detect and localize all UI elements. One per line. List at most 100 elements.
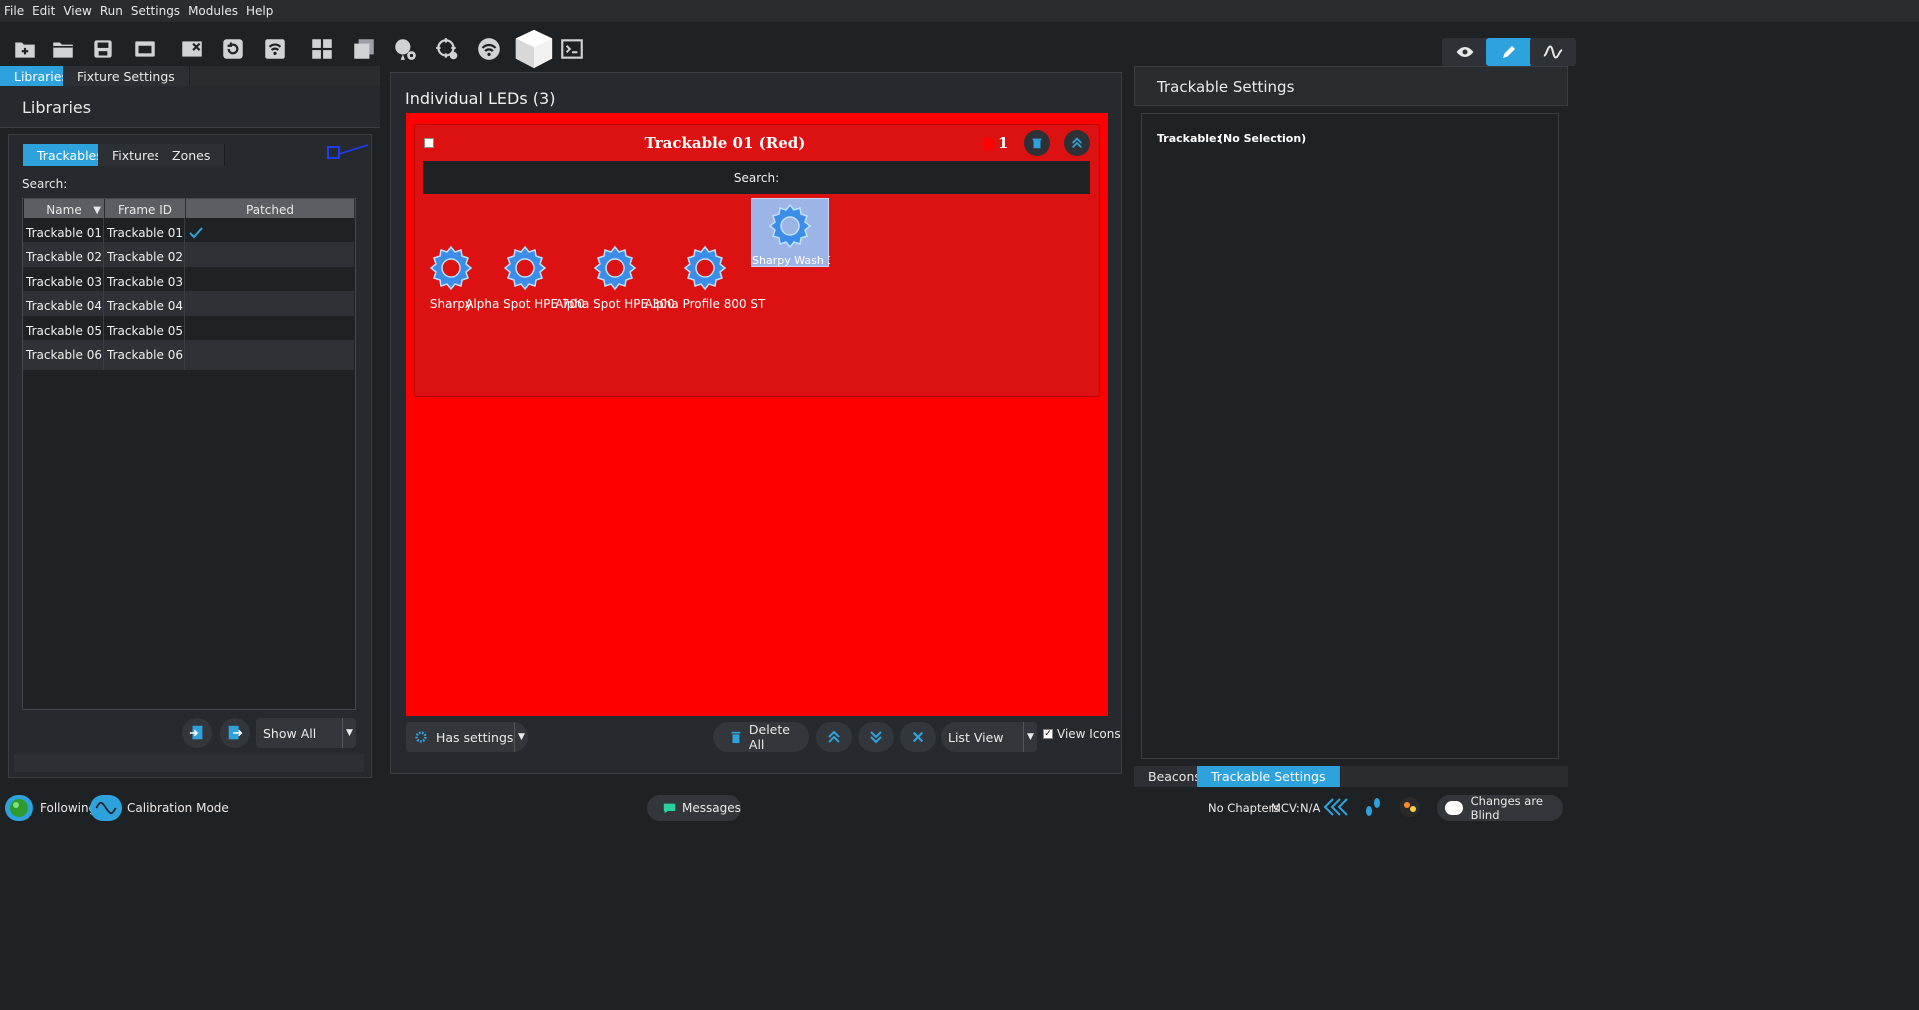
messages-button[interactable]: Messages xyxy=(647,795,741,821)
following-label: Following xyxy=(40,801,97,815)
layout-icon[interactable] xyxy=(307,34,337,64)
toggle-switch xyxy=(1445,801,1463,815)
close-icon xyxy=(912,731,924,743)
table-row[interactable]: Trackable 06 (Bl... Trackable 06 (Bl... xyxy=(23,340,354,370)
calibration-label: Calibration Mode xyxy=(127,801,229,815)
new-icon[interactable] xyxy=(10,34,40,64)
mcv-label: MCV: xyxy=(1271,801,1300,815)
fixture-tile[interactable]: Alpha Profile 800 ST xyxy=(645,243,765,325)
menu-settings[interactable]: Settings xyxy=(131,4,180,18)
chapters-label: No Chapters xyxy=(1208,801,1280,815)
console-icon[interactable] xyxy=(557,34,587,64)
center-title: Individual LEDs (3) xyxy=(405,89,556,108)
subtab-zones[interactable]: Zones xyxy=(158,144,226,166)
menu-edit[interactable]: Edit xyxy=(32,4,55,18)
menu-bar: File Edit View Run Settings Modules Help xyxy=(0,0,1919,22)
chevron-double-up-icon xyxy=(828,730,840,743)
save-as-icon[interactable] xyxy=(130,34,160,64)
blind-toggle[interactable]: Changes are Blind xyxy=(1437,794,1563,822)
gear-icon xyxy=(683,245,727,291)
libraries-search-label: Search: xyxy=(22,177,68,191)
menu-file[interactable]: File xyxy=(4,4,24,18)
chevron-double-down-icon xyxy=(870,731,882,744)
fixture-tile[interactable]: Alpha Spot HPE 700 xyxy=(465,243,585,325)
gear-icon xyxy=(768,203,812,249)
open-folder-icon[interactable] xyxy=(48,34,78,64)
settings-filter-value: Has settings xyxy=(436,729,514,745)
cube-icon[interactable] xyxy=(511,26,557,72)
fixture-tile[interactable]: Alpha Spot HPE 300 xyxy=(555,243,675,325)
libraries-status-strip xyxy=(14,754,364,772)
fixture-search-label: Search: xyxy=(733,170,780,185)
trackable-label: Trackable: xyxy=(1157,132,1221,145)
wave-icon xyxy=(95,801,117,815)
tab-trackable-settings[interactable]: Trackable Settings xyxy=(1197,766,1341,787)
libraries-header: Libraries xyxy=(0,86,380,128)
view-mode-select[interactable]: List View ▼ xyxy=(941,722,1037,752)
blind-label: Changes are Blind xyxy=(1470,794,1543,822)
view-mode-value: List View xyxy=(948,729,1004,745)
delete-all-button[interactable]: Delete All xyxy=(713,722,809,752)
view-icons-checkbox[interactable]: ✓ xyxy=(1043,729,1053,739)
fixture-tile-selected[interactable]: Sharpy Wash 3... xyxy=(751,198,830,267)
menu-modules[interactable]: Modules xyxy=(188,4,238,18)
status-bar xyxy=(0,790,1919,825)
chevron-down-icon: ▼ xyxy=(342,718,356,748)
settings-filter-select[interactable]: Has settings ▼ xyxy=(406,722,528,752)
wave-icon[interactable] xyxy=(1530,38,1576,66)
import-icon xyxy=(189,725,203,740)
show-filter-select[interactable]: Show All ▼ xyxy=(256,718,356,748)
move-up-button[interactable] xyxy=(816,722,852,752)
message-icon xyxy=(663,803,676,813)
chevron-double-up-icon xyxy=(1072,137,1082,148)
footsteps-icon[interactable] xyxy=(1362,795,1384,819)
show-filter-value: Show All xyxy=(263,725,317,741)
right-title: Trackable Settings xyxy=(1157,78,1295,96)
view-icons-label: View Icons xyxy=(1057,727,1121,741)
export-icon xyxy=(228,725,243,740)
pencil-icon[interactable] xyxy=(1486,38,1532,66)
trackable-settings-body: Trackable: (No Selection) xyxy=(1141,113,1559,759)
fixture-label: Alpha Profile 800 ST xyxy=(644,297,766,311)
save-icon[interactable] xyxy=(88,34,118,64)
move-down-button[interactable] xyxy=(858,722,894,752)
group-title: Trackable 01 (Red) xyxy=(644,134,806,152)
chevron-down-icon: ▼ xyxy=(514,722,528,752)
import-button[interactable] xyxy=(182,718,212,748)
clear-button[interactable] xyxy=(900,722,936,752)
tracker-settings-icon[interactable] xyxy=(390,34,420,64)
trash-icon xyxy=(731,731,741,744)
color-swatch xyxy=(984,138,994,150)
cell-name: Trackable 06 (Bl... xyxy=(23,340,104,370)
tab-fixture-settings[interactable]: Fixture Settings xyxy=(63,66,190,86)
network-icon[interactable] xyxy=(260,34,290,64)
close-project-icon[interactable] xyxy=(177,34,207,64)
eye-icon[interactable] xyxy=(1442,38,1488,66)
trash-icon xyxy=(1032,138,1042,149)
globe-icon xyxy=(10,799,28,817)
menu-help[interactable]: Help xyxy=(246,4,273,18)
fixture-search-bar[interactable]: Search: xyxy=(423,161,1090,194)
gear-icon xyxy=(503,245,547,291)
following-button[interactable] xyxy=(5,795,33,821)
menu-run[interactable]: Run xyxy=(100,4,123,18)
calibration-button[interactable] xyxy=(90,795,122,821)
delete-group-button[interactable] xyxy=(1024,130,1050,156)
gear-icon xyxy=(593,245,637,291)
right-header: Trackable Settings xyxy=(1134,66,1568,106)
fixture-icon[interactable] xyxy=(1398,795,1422,819)
export-button[interactable] xyxy=(220,718,250,748)
gear-icon xyxy=(429,245,473,291)
menu-view[interactable]: View xyxy=(63,4,91,18)
target-icon[interactable] xyxy=(432,34,462,64)
wifi-icon[interactable] xyxy=(474,34,504,64)
gear-icon xyxy=(415,731,427,743)
pick-icon[interactable] xyxy=(326,144,370,160)
messages-label: Messages xyxy=(682,801,741,815)
group-checkbox[interactable] xyxy=(424,138,434,148)
collapse-group-button[interactable] xyxy=(1064,130,1090,156)
refresh-icon[interactable] xyxy=(218,34,248,64)
rewind-icon[interactable] xyxy=(1323,797,1349,817)
libraries-title: Libraries xyxy=(22,98,92,117)
windows-icon[interactable] xyxy=(349,34,379,64)
